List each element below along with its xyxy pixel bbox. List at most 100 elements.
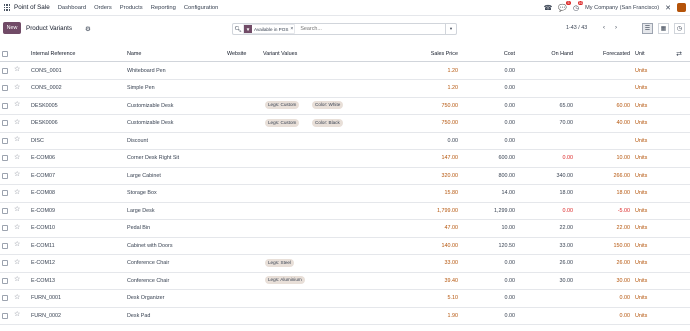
menu-dashboard[interactable]: Dashboard bbox=[58, 5, 86, 11]
row-checkbox[interactable] bbox=[2, 137, 8, 144]
row-checkbox[interactable] bbox=[2, 225, 8, 231]
optional-columns-icon[interactable]: ⇄ bbox=[676, 50, 682, 58]
cell-internal-reference: FURN_0002 bbox=[31, 312, 61, 319]
favorite-star-icon[interactable]: ☆ bbox=[14, 223, 20, 231]
favorite-star-icon[interactable]: ☆ bbox=[14, 240, 20, 248]
menu-orders[interactable]: Orders bbox=[94, 5, 112, 11]
cell-unit: Units bbox=[635, 120, 648, 126]
favorite-star-icon[interactable]: ☆ bbox=[14, 310, 20, 318]
cell-forecasted: 0.00 bbox=[619, 295, 631, 301]
row-checkbox[interactable] bbox=[2, 67, 8, 74]
search-input[interactable] bbox=[300, 26, 421, 32]
col-on-hand[interactable]: On Hand bbox=[533, 51, 573, 57]
row-checkbox[interactable] bbox=[2, 277, 8, 284]
table-row[interactable]: ☆ DISC Discount 0.00 0.00 Units bbox=[0, 132, 690, 150]
table-row[interactable]: ☆ CONS_0001 Whiteboard Pen 1.20 0.00 Units bbox=[0, 62, 690, 80]
table-row[interactable]: ☆ E-COM12 Conference Chair Legs: Steel 33.00… bbox=[0, 255, 690, 273]
apps-menu-icon[interactable] bbox=[0, 4, 14, 11]
favorite-star-icon[interactable]: ☆ bbox=[14, 205, 20, 213]
previous-page-icon[interactable]: ‹ bbox=[603, 25, 605, 31]
row-checkbox[interactable] bbox=[2, 260, 8, 266]
search-box[interactable]: 🔍︎ ▼ Available in POS × ▾ bbox=[232, 23, 457, 35]
next-page-icon[interactable]: › bbox=[615, 25, 617, 31]
favorite-star-icon[interactable]: ☆ bbox=[14, 100, 20, 108]
table-row[interactable]: ☆ E-COM11 Cabinet with Doors 140.00 120.50 33… bbox=[0, 237, 690, 255]
favorite-star-icon[interactable]: ☆ bbox=[14, 258, 20, 266]
cell-forecasted: 40.00 bbox=[616, 120, 631, 126]
search-options-toggle[interactable]: ▾ bbox=[445, 24, 456, 34]
favorite-star-icon[interactable]: ☆ bbox=[14, 118, 20, 126]
row-checkbox[interactable] bbox=[2, 155, 8, 161]
variant-value-tag: Color: Black bbox=[312, 118, 343, 127]
table-row[interactable]: ☆ E-COM06 Corner Desk Right Sit 147.00 600.0… bbox=[0, 150, 690, 168]
row-checkbox[interactable] bbox=[2, 190, 8, 196]
favorite-star-icon[interactable]: ☆ bbox=[14, 170, 20, 178]
row-checkbox[interactable] bbox=[2, 85, 8, 91]
table-row[interactable]: ☆ E-COM08 Storage Box 15.80 14.00 18.00 18.00 U… bbox=[0, 185, 690, 203]
row-checkbox[interactable] bbox=[2, 242, 8, 249]
col-sales-price[interactable]: Sales Price bbox=[410, 51, 458, 57]
cell-unit: Units bbox=[635, 225, 648, 231]
row-checkbox[interactable] bbox=[2, 102, 8, 109]
row-checkbox[interactable] bbox=[2, 312, 8, 319]
row-checkbox[interactable] bbox=[2, 172, 8, 179]
cell-unit: Units bbox=[635, 137, 648, 144]
table-row[interactable]: ☆ CONS_0002 Simple Pen 1.20 0.00 Units bbox=[0, 80, 690, 98]
new-button[interactable]: New bbox=[3, 22, 21, 34]
kanban-view-button[interactable]: ▦ bbox=[658, 23, 669, 34]
cell-sales-price: 33.00 bbox=[444, 260, 459, 266]
list-view-button[interactable]: ☰ bbox=[642, 23, 653, 34]
cell-internal-reference: E-COM13 bbox=[31, 277, 55, 284]
favorite-star-icon[interactable]: ☆ bbox=[14, 188, 20, 196]
row-checkbox[interactable] bbox=[2, 295, 8, 301]
table-row[interactable]: ☆ E-COM13 Conference Chair Legs: Aluminium 3… bbox=[0, 272, 690, 290]
cell-unit: Units bbox=[635, 260, 648, 266]
cell-internal-reference: E-COM09 bbox=[31, 207, 55, 214]
activity-clock-icon[interactable]: ◷ 16 bbox=[573, 0, 584, 12]
col-website[interactable]: Website bbox=[227, 51, 246, 57]
favorite-star-icon[interactable]: ☆ bbox=[14, 275, 20, 283]
phone-icon[interactable]: ☎ bbox=[544, 4, 553, 12]
cell-internal-reference: CONS_0002 bbox=[31, 85, 62, 91]
table-row[interactable]: ☆ DESK0005 Customizable Desk Legs: Custom Co… bbox=[0, 97, 690, 115]
table-row[interactable]: ☆ E-COM07 Large Cabinet 320.00 800.00 340.00 2… bbox=[0, 167, 690, 185]
table-row[interactable]: ☆ FURN_0001 Desk Organizer 5.10 0.00 0.00 Unit… bbox=[0, 290, 690, 308]
activity-view-button[interactable]: ◷ bbox=[674, 23, 685, 34]
table-row[interactable]: ☆ E-COM09 Large Desk 1,799.00 1,299.00 0.00 -5… bbox=[0, 202, 690, 220]
select-all-checkbox[interactable] bbox=[2, 51, 8, 57]
debug-tools-icon[interactable]: ✕ bbox=[665, 4, 671, 12]
pager-value[interactable]: 1-43 / 43 bbox=[566, 25, 587, 31]
company-switcher[interactable]: My Company (San Francisco) bbox=[585, 5, 659, 11]
col-variant-values[interactable]: Variant Values bbox=[263, 51, 297, 57]
favorite-star-icon[interactable]: ☆ bbox=[14, 83, 20, 91]
favorite-star-icon[interactable]: ☆ bbox=[14, 65, 20, 73]
cell-on-hand: 33.00 bbox=[559, 242, 574, 249]
gear-icon[interactable]: ⚙ bbox=[85, 25, 91, 33]
cell-internal-reference: E-COM11 bbox=[31, 242, 55, 249]
cell-cost: 0.00 bbox=[504, 67, 516, 74]
row-checkbox[interactable] bbox=[2, 207, 8, 214]
user-avatar[interactable] bbox=[677, 3, 686, 12]
table-row[interactable]: ☆ DESK0006 Customizable Desk Legs: Custom Co… bbox=[0, 115, 690, 133]
menu-reporting[interactable]: Reporting bbox=[151, 5, 176, 11]
table-row[interactable]: ☆ FURN_0002 Desk Pad 1.90 0.00 0.00 Units bbox=[0, 307, 690, 325]
cell-unit: Units bbox=[635, 190, 648, 196]
cell-sales-price: 750.00 bbox=[441, 102, 459, 109]
favorite-star-icon[interactable]: ☆ bbox=[14, 135, 20, 143]
remove-facet-icon[interactable]: × bbox=[290, 26, 294, 32]
col-internal-reference[interactable]: Internal Reference bbox=[31, 51, 75, 57]
cell-on-hand: 0.00 bbox=[562, 155, 574, 161]
cell-cost: 0.00 bbox=[504, 120, 516, 126]
menu-products[interactable]: Products bbox=[120, 5, 143, 11]
favorite-star-icon[interactable]: ☆ bbox=[14, 293, 20, 301]
table-row[interactable]: ☆ E-COM10 Pedal Bin 47.00 10.00 22.00 22.00 Uni… bbox=[0, 220, 690, 238]
row-checkbox[interactable] bbox=[2, 120, 8, 126]
col-cost[interactable]: Cost bbox=[475, 51, 515, 57]
app-brand[interactable]: Point of Sale bbox=[14, 4, 50, 11]
favorite-star-icon[interactable]: ☆ bbox=[14, 153, 20, 161]
menu-configuration[interactable]: Configuration bbox=[184, 5, 218, 11]
messages-icon[interactable]: 💬 5 bbox=[558, 0, 572, 12]
col-name[interactable]: Name bbox=[127, 51, 141, 57]
col-forecasted[interactable]: Forecasted bbox=[580, 51, 630, 57]
col-unit[interactable]: Unit bbox=[635, 51, 645, 57]
